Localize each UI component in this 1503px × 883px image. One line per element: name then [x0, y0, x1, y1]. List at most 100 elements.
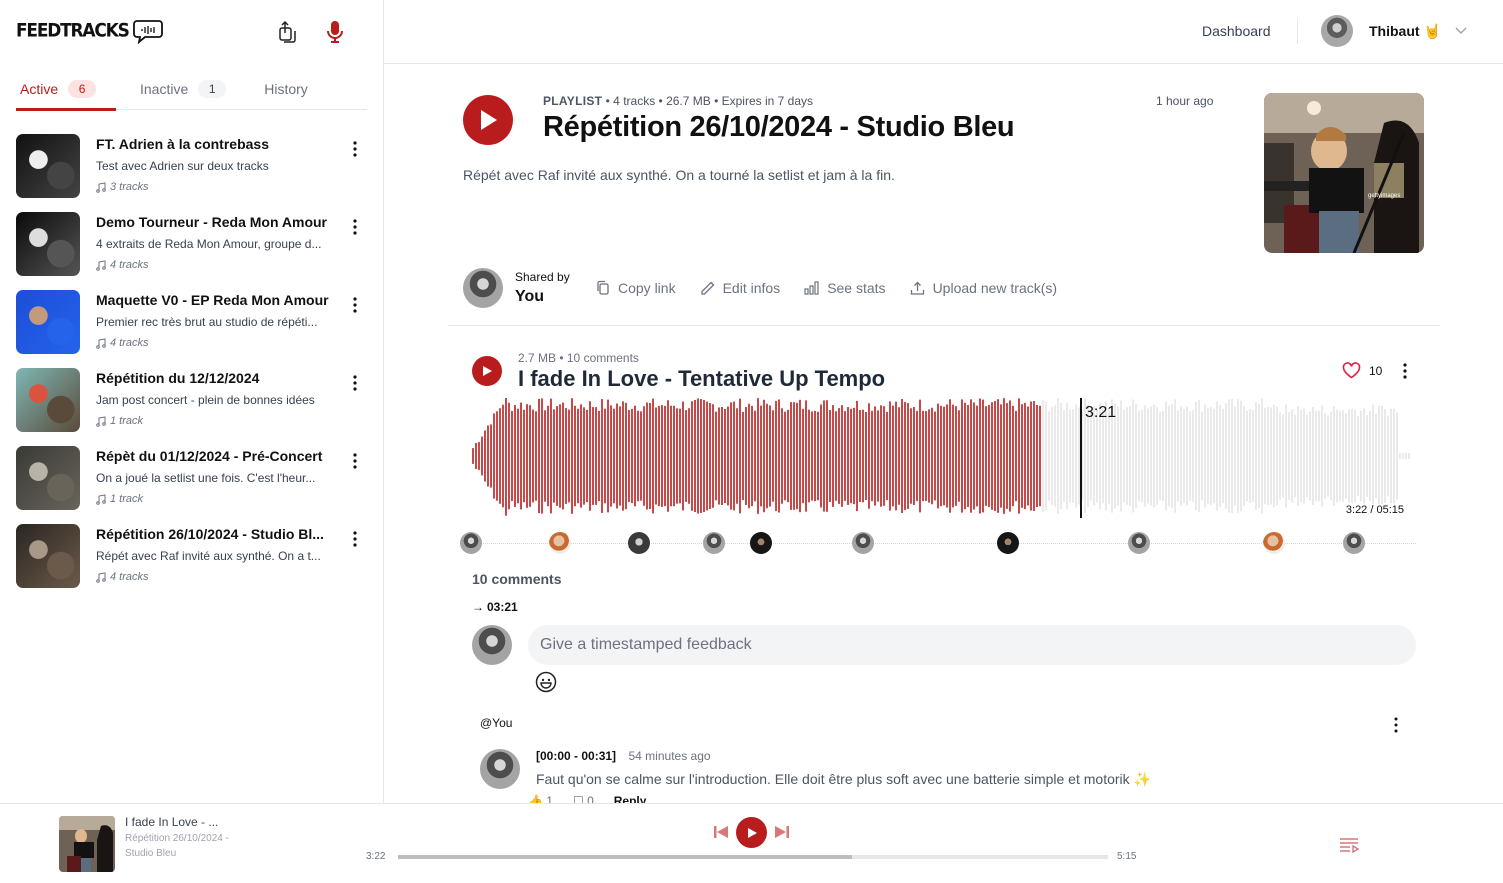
track-count-label: 1 track [110, 493, 144, 505]
comment-marker-avatar[interactable] [749, 532, 772, 554]
playlist-item[interactable]: Répèt du 01/12/2024 - Pré-Concert On a jo… [16, 446, 368, 524]
playlist-title: FT. Adrien à la contrebass [96, 136, 269, 152]
player-progress-bar[interactable] [398, 855, 1108, 859]
playhead-cursor[interactable] [1080, 398, 1082, 518]
playlist-thumbnail [16, 524, 80, 588]
bar-chart-icon [804, 281, 819, 295]
playlist-item[interactable]: FT. Adrien à la contrebass Test avec Adri… [16, 134, 368, 212]
playlist-item[interactable]: Maquette V0 - EP Reda Mon Amour Premier r… [16, 290, 368, 368]
play-track-button[interactable] [472, 356, 502, 386]
tab-inactive[interactable]: Inactive 1 [136, 68, 230, 110]
queue-list-icon[interactable] [1339, 837, 1359, 853]
playlist-description: On a joué la setlist une fois. C'est l'h… [96, 471, 316, 485]
pencil-icon [700, 281, 715, 295]
playlist-description: Test avec Adrien sur deux tracks [96, 159, 269, 173]
comment-marker-avatar[interactable] [460, 532, 482, 554]
microphone-icon[interactable] [323, 19, 347, 45]
main-content: PLAYLIST • 4 tracks • 26.7 MB • Expires … [384, 64, 1503, 803]
user-avatar [1321, 15, 1353, 47]
comment-replies-button[interactable]: ☐ 0 [573, 794, 594, 803]
tab-label: History [264, 81, 308, 97]
feedback-input[interactable] [528, 625, 1416, 665]
playlist-title: Maquette V0 - EP Reda Mon Amour [96, 292, 329, 308]
player-progress-fill [398, 855, 853, 859]
more-vertical-icon[interactable] [350, 218, 360, 236]
play-icon [747, 827, 757, 838]
shared-by-label: Shared by [515, 270, 570, 284]
more-vertical-icon[interactable] [1391, 716, 1401, 734]
user-menu[interactable]: Thibaut 🤘 [1321, 15, 1467, 47]
comment-marker-avatar[interactable] [548, 532, 571, 554]
comment-marker-avatar[interactable] [1342, 532, 1365, 554]
tab-badge: 1 [198, 80, 227, 98]
more-vertical-icon[interactable] [350, 296, 360, 314]
chevron-down-icon [1455, 27, 1467, 34]
music-note-icon [96, 259, 106, 271]
playlist-description: Répét avec Raf invité aux synthé. On a t… [463, 167, 895, 183]
more-vertical-icon[interactable] [350, 530, 360, 548]
playlist-description: 4 extraits de Reda Mon Amour, groupe d..… [96, 237, 322, 251]
like-button[interactable]: 10 [1342, 362, 1382, 379]
emoji-picker-icon[interactable] [535, 671, 557, 693]
sharer-avatar [463, 268, 503, 308]
comment-timestamp: → 03:21 [472, 600, 518, 614]
comment-marker-avatar[interactable] [702, 532, 725, 554]
track-count-label: 4 tracks [110, 259, 149, 271]
more-vertical-icon[interactable] [1400, 362, 1410, 380]
track-count-label: 1 track [110, 415, 144, 427]
playhead-time: 3:21 [1085, 404, 1117, 421]
top-bar: Dashboard Thibaut 🤘 [384, 0, 1503, 64]
player-position: 3:22 [366, 851, 386, 862]
playlist-description: Jam post concert - plein de bonnes idées [96, 393, 315, 407]
comment-mention: @You [480, 716, 513, 730]
comment-markers-lane [460, 531, 1416, 555]
playlist-cover-image: gettyimages [1264, 93, 1424, 253]
comment-marker-avatar[interactable] [1127, 532, 1150, 554]
comment-marker-avatar[interactable] [997, 532, 1020, 554]
playlist-item[interactable]: Demo Tourneur - Reda Mon Amour 4 extraits… [16, 212, 368, 290]
comment-item: @You [00:00 - 00:31] 54 minutes ago Faut… [480, 716, 1410, 803]
music-note-icon [96, 415, 106, 427]
comment-marker-avatar[interactable] [852, 532, 875, 554]
music-note-icon [96, 181, 106, 193]
tab-active[interactable]: Active 6 [16, 68, 116, 111]
see-stats-button[interactable]: See stats [804, 280, 886, 296]
waveform[interactable]: 3:21 3:22 / 05:15 [472, 396, 1412, 522]
app-root: FEEDTRACKS Active 6 Inactive 1 History F… [0, 0, 1503, 883]
waveform-bars [472, 396, 1410, 516]
playlist-tabs: Active 6 Inactive 1 History [16, 68, 367, 111]
playlist-track-count: 4 tracks [96, 337, 336, 349]
copy-link-button[interactable]: Copy link [596, 280, 676, 296]
user-emoji: 🤘 [1423, 22, 1441, 39]
comment-marker-avatar[interactable] [628, 532, 651, 554]
comment-like-button[interactable]: 👍 1 [528, 794, 553, 803]
comment-marker-avatar[interactable] [1263, 532, 1286, 554]
more-vertical-icon[interactable] [350, 452, 360, 470]
more-vertical-icon[interactable] [350, 374, 360, 392]
play-pause-button[interactable] [736, 817, 767, 848]
playlist-item[interactable]: Répétition du 12/12/2024 Jam post concert… [16, 368, 368, 446]
next-track-icon[interactable] [774, 824, 790, 840]
comments-count: 10 comments [472, 571, 562, 587]
bottom-player: I fade In Love - ... Répétition 26/10/20… [0, 803, 1503, 883]
upload-tracks-button[interactable]: Upload new track(s) [910, 280, 1057, 296]
track-count-label: 3 tracks [110, 181, 149, 193]
play-playlist-button[interactable] [463, 95, 513, 145]
tab-history[interactable]: History [260, 68, 312, 110]
svg-text:gettyimages: gettyimages [1368, 193, 1400, 199]
comment-time-range[interactable]: [00:00 - 00:31] [536, 749, 616, 763]
playlist-type: PLAYLIST [543, 94, 603, 108]
previous-track-icon[interactable] [713, 824, 729, 840]
divider [1297, 18, 1298, 44]
logo[interactable]: FEEDTRACKS [16, 18, 163, 44]
playlist-thumbnail [16, 212, 80, 276]
share-upload-icon[interactable] [275, 19, 299, 45]
action-label: See stats [827, 280, 886, 296]
more-vertical-icon[interactable] [350, 140, 360, 158]
dashboard-link[interactable]: Dashboard [1202, 23, 1271, 39]
track-position-label: 3:22 / 05:15 [1345, 504, 1404, 516]
reply-button[interactable]: Reply [614, 794, 647, 803]
shared-by-name: You [515, 288, 545, 305]
edit-infos-button[interactable]: Edit infos [700, 280, 780, 296]
playlist-item[interactable]: Répétition 26/10/2024 - Studio Bl... Répé… [16, 524, 368, 602]
